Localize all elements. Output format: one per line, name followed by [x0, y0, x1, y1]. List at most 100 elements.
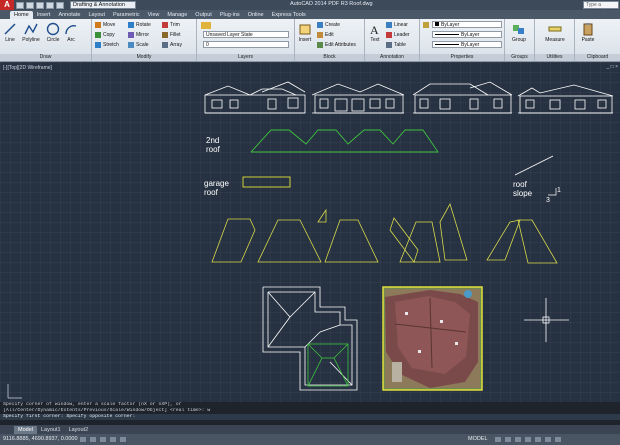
line-button[interactable]: Line: [1, 22, 19, 43]
tab-insert[interactable]: Insert: [33, 11, 55, 19]
grid-display-icon[interactable]: [90, 437, 96, 442]
trim-button[interactable]: Trim: [162, 21, 180, 29]
polar-tracking-icon[interactable]: [110, 437, 116, 442]
lineweight-dropdown[interactable]: ByLayer: [432, 41, 502, 48]
draw-panel-title[interactable]: Draw: [0, 54, 91, 61]
copy-button[interactable]: Copy: [95, 31, 115, 39]
annotation-panel-title[interactable]: Annotation: [365, 54, 419, 61]
tab-manage[interactable]: Manage: [163, 11, 191, 19]
table-label: Table: [394, 42, 406, 48]
color-dropdown[interactable]: ByLayer: [432, 21, 502, 28]
groups-panel: Group Groups: [505, 19, 535, 61]
tab-output[interactable]: Output: [191, 11, 216, 19]
elevation-2: [311, 83, 405, 114]
layers-panel-title[interactable]: Layers: [197, 54, 294, 61]
array-button[interactable]: Array: [162, 41, 182, 49]
drawing-viewport[interactable]: [-][Top][2D Wireframe] _ □ × 2nd roof ga…: [0, 62, 620, 402]
properties-panel-title[interactable]: Properties: [420, 54, 504, 61]
utilities-panel-title[interactable]: Utilities: [535, 54, 574, 61]
move-icon: [95, 22, 101, 28]
create-block-button[interactable]: Create: [317, 21, 340, 29]
fillet-button[interactable]: Fillet: [162, 31, 181, 39]
edit-attributes-button[interactable]: Edit Attributes: [317, 41, 356, 49]
line-icon: [4, 23, 16, 35]
save-icon[interactable]: [36, 1, 44, 9]
ortho-mode-icon[interactable]: [100, 437, 106, 442]
linetype-value: ByLayer: [461, 32, 480, 38]
layer-state-dropdown[interactable]: Unsaved Layer State: [203, 31, 289, 38]
tab-view[interactable]: View: [144, 11, 164, 19]
table-button[interactable]: Table: [386, 41, 406, 49]
tab-online[interactable]: Online: [244, 11, 268, 19]
tab-parametric[interactable]: Parametric: [109, 11, 144, 19]
modify-panel-title[interactable]: Modify: [92, 54, 196, 61]
snap-mode-icon[interactable]: [80, 437, 86, 442]
mirror-button[interactable]: Mirror: [128, 31, 149, 39]
insert-block-icon: [299, 24, 311, 35]
block-panel: Insert Create Edit Edit Attributes Block: [295, 19, 365, 61]
block-panel-title[interactable]: Block: [295, 54, 364, 61]
model-space-button[interactable]: MODEL: [468, 434, 488, 445]
stretch-button[interactable]: Stretch: [95, 41, 119, 49]
annotation-scale-icon[interactable]: [505, 437, 511, 442]
lock-icon[interactable]: [525, 437, 531, 442]
tab-model[interactable]: Model: [14, 426, 37, 434]
edit-attributes-icon: [317, 42, 323, 48]
clean-screen-icon[interactable]: [555, 437, 561, 442]
leader-button[interactable]: Leader: [386, 31, 410, 39]
tab-plug-ins[interactable]: Plug-ins: [216, 11, 244, 19]
measure-button[interactable]: Measure: [544, 22, 566, 43]
command-input[interactable]: Specify first corner: Specify opposite c…: [0, 414, 620, 420]
paste-button[interactable]: Paste: [579, 22, 597, 43]
text-button[interactable]: A Text: [366, 22, 384, 43]
match-properties-icon[interactable]: [423, 21, 431, 29]
tab-home[interactable]: Home: [10, 11, 33, 19]
hardware-acceleration-icon[interactable]: [535, 437, 541, 442]
circle-label: Circle: [46, 37, 60, 43]
insert-button[interactable]: Insert: [296, 22, 314, 43]
drawing-canvas[interactable]: [0, 62, 620, 402]
edit-block-button[interactable]: Edit: [317, 31, 334, 39]
workspace-dropdown[interactable]: Drafting & Annotation: [70, 1, 136, 9]
command-line[interactable]: Specify corner of window, enter a scale …: [0, 402, 620, 425]
scale-button[interactable]: Scale: [128, 41, 149, 49]
quick-view-icon[interactable]: [495, 437, 501, 442]
undo-icon[interactable]: [46, 1, 54, 9]
workspace-switch-icon[interactable]: [515, 437, 521, 442]
linetype-dropdown[interactable]: ByLayer: [432, 31, 502, 38]
layer-properties-icon[interactable]: [201, 21, 213, 29]
polyline-button[interactable]: Polyline: [20, 22, 42, 43]
layer-dropdown[interactable]: 0: [203, 41, 289, 48]
fillet-label: Fillet: [170, 32, 181, 38]
application-menu-button[interactable]: A: [0, 0, 14, 10]
garage-roof-outline: [242, 176, 291, 188]
open-icon[interactable]: [26, 1, 34, 9]
stretch-icon: [95, 42, 101, 48]
isolate-objects-icon[interactable]: [545, 437, 551, 442]
object-snap-icon[interactable]: [120, 437, 126, 442]
circle-button[interactable]: Circle: [44, 22, 62, 43]
paste-label: Paste: [581, 37, 595, 43]
rotate-button[interactable]: Rotate: [128, 21, 151, 29]
create-block-icon: [317, 22, 323, 28]
tab-layout1[interactable]: Layout1: [37, 426, 65, 434]
tab-layout2[interactable]: Layout2: [65, 426, 93, 434]
groups-panel-title[interactable]: Groups: [505, 54, 534, 61]
text-icon: A: [370, 23, 379, 36]
tab-annotate[interactable]: Annotate: [54, 11, 84, 19]
scale-label: Scale: [136, 42, 149, 48]
move-button[interactable]: Move: [95, 21, 115, 29]
tab-express-tools[interactable]: Express Tools: [268, 11, 310, 19]
annotation-panel: A Text Linear Leader Table Annotation: [365, 19, 420, 61]
ribbon: Line Polyline Circle Arc Draw Move Rotat…: [0, 19, 620, 62]
group-button[interactable]: Group: [510, 22, 528, 43]
arc-button[interactable]: Arc: [62, 22, 80, 43]
new-icon[interactable]: [16, 1, 24, 9]
tab-layout[interactable]: Layout: [84, 11, 109, 19]
table-icon: [386, 42, 392, 48]
linear-dimension-button[interactable]: Linear: [386, 21, 408, 29]
text-label: Text: [370, 37, 380, 43]
redo-icon[interactable]: [56, 1, 64, 9]
search-input[interactable]: Type a keyword: [583, 1, 619, 15]
clipboard-panel-title[interactable]: Clipboard: [575, 54, 620, 61]
